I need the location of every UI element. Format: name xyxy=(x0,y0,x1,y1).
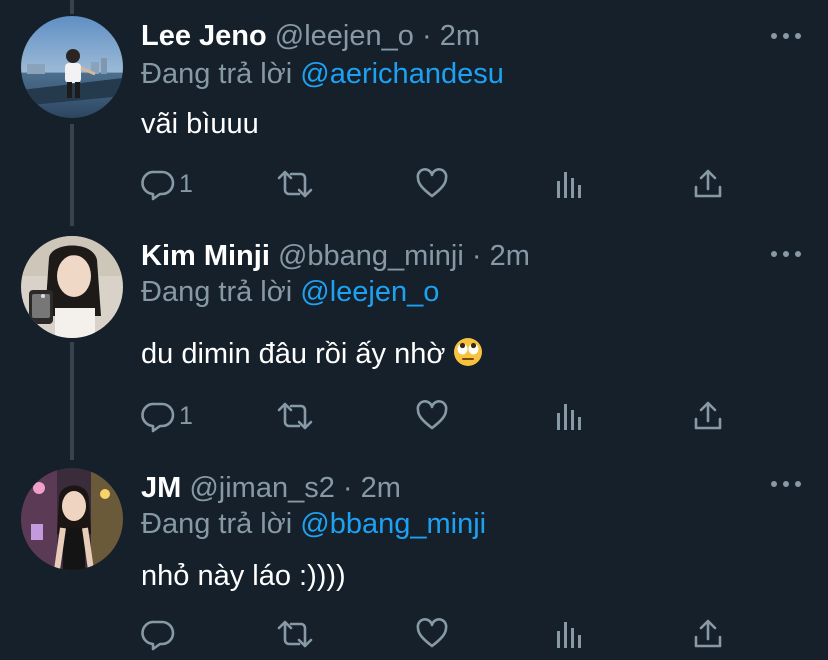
share-button[interactable] xyxy=(691,614,725,654)
like-button[interactable] xyxy=(415,614,449,654)
mention-link[interactable]: @bbang_minji xyxy=(300,508,486,540)
analytics-button[interactable] xyxy=(553,614,587,654)
reply-count: 1 xyxy=(179,401,193,430)
like-icon xyxy=(416,168,448,198)
tweet[interactable]: JM @jiman_s2 · 2m Đang trả lời @bbang_mi… xyxy=(0,468,828,660)
tweet-header: JM @jiman_s2 · 2m xyxy=(141,468,401,508)
reply-icon xyxy=(141,170,175,201)
share-button[interactable] xyxy=(691,164,725,204)
more-icon[interactable] xyxy=(768,244,804,264)
tweet-text: nhỏ này láo :)))) xyxy=(141,560,346,592)
analytics-button[interactable] xyxy=(553,164,587,204)
action-bar: 1 xyxy=(141,164,741,204)
action-bar xyxy=(141,614,741,654)
reply-icon xyxy=(141,620,175,651)
thread-line-top xyxy=(70,0,74,14)
replying-to: Đang trả lời @aerichandesu xyxy=(141,54,504,94)
share-icon xyxy=(694,619,722,648)
tweet-text: vãi bìuuu xyxy=(141,108,259,140)
tweet-header: Lee Jeno @leejen_o · 2m xyxy=(141,16,480,56)
reply-button[interactable]: 1 xyxy=(141,396,193,436)
reply-icon xyxy=(141,402,175,433)
user-handle[interactable]: @leejen_o xyxy=(275,20,414,52)
more-icon[interactable] xyxy=(768,474,804,494)
like-button[interactable] xyxy=(415,396,449,436)
analytics-icon xyxy=(557,172,581,198)
like-icon xyxy=(416,400,448,430)
display-name[interactable]: JM xyxy=(141,472,181,504)
timestamp[interactable]: 2m xyxy=(440,20,480,52)
share-icon xyxy=(694,169,722,198)
analytics-icon xyxy=(557,622,581,648)
replying-prefix: Đang trả lời xyxy=(141,276,293,308)
analytics-icon xyxy=(557,404,581,430)
tweet[interactable]: Kim Minji @bbang_minji · 2m Đang trả lời… xyxy=(0,236,828,446)
analytics-button[interactable] xyxy=(553,396,587,436)
like-icon xyxy=(416,618,448,648)
avatar[interactable] xyxy=(21,236,123,338)
reply-count: 1 xyxy=(179,169,193,198)
separator-dot: · xyxy=(342,472,353,504)
separator-dot: · xyxy=(421,20,432,52)
share-icon xyxy=(694,401,722,430)
replying-prefix: Đang trả lời xyxy=(141,508,293,540)
avatar-photo-icon xyxy=(21,16,123,118)
replying-to: Đang trả lời @bbang_minji xyxy=(141,504,486,544)
tweet-header: Kim Minji @bbang_minji · 2m xyxy=(141,236,530,276)
share-button[interactable] xyxy=(691,396,725,436)
avatar-photo-icon xyxy=(21,468,123,570)
replying-to: Đang trả lời @leejen_o xyxy=(141,272,439,312)
mention-link[interactable]: @leejen_o xyxy=(300,276,439,308)
retweet-icon xyxy=(277,402,313,430)
retweet-button[interactable] xyxy=(276,164,314,204)
tweet[interactable]: Lee Jeno @leejen_o · 2m Đang trả lời @ae… xyxy=(0,16,828,216)
user-handle[interactable]: @bbang_minji xyxy=(278,240,464,272)
reply-button[interactable]: 1 xyxy=(141,164,193,204)
avatar[interactable] xyxy=(21,16,123,118)
retweet-icon xyxy=(277,620,313,648)
mention-link[interactable]: @aerichandesu xyxy=(300,58,504,90)
separator-dot: · xyxy=(471,240,482,272)
timestamp[interactable]: 2m xyxy=(361,472,401,504)
tweet-text: du dimin đâu rồi ấy nhờ xyxy=(141,334,483,374)
retweet-icon xyxy=(277,170,313,198)
replying-prefix: Đang trả lời xyxy=(141,58,293,90)
reply-button[interactable] xyxy=(141,614,175,654)
reply-feed: Lee Jeno @leejen_o · 2m Đang trả lời @ae… xyxy=(0,0,828,660)
timestamp[interactable]: 2m xyxy=(490,240,530,272)
face-with-rolling-eyes-icon xyxy=(454,338,483,366)
display-name[interactable]: Kim Minji xyxy=(141,240,270,272)
tweet-text-content: du dimin đâu rồi ấy nhờ xyxy=(141,338,446,370)
avatar[interactable] xyxy=(21,468,123,570)
action-bar: 1 xyxy=(141,396,741,436)
retweet-button[interactable] xyxy=(276,396,314,436)
more-icon[interactable] xyxy=(768,26,804,46)
display-name[interactable]: Lee Jeno xyxy=(141,20,267,52)
retweet-button[interactable] xyxy=(276,614,314,654)
user-handle[interactable]: @jiman_s2 xyxy=(189,472,335,504)
avatar-photo-icon xyxy=(21,236,123,338)
like-button[interactable] xyxy=(415,164,449,204)
